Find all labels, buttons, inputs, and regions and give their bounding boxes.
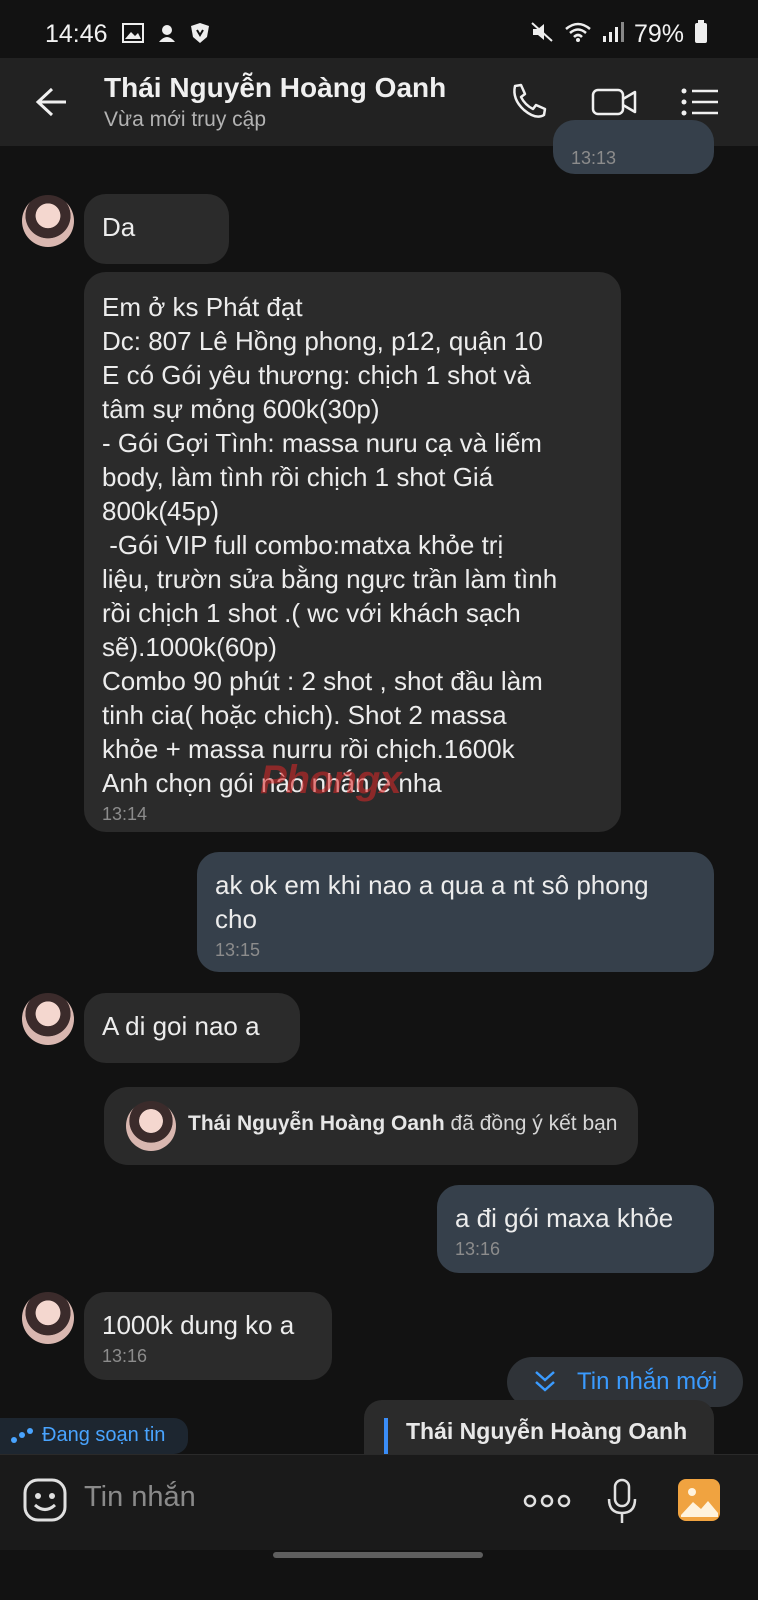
system-notice: Thái Nguyễn Hoàng Oanh đã đồng ý kết bạn bbox=[104, 1087, 638, 1165]
microphone-icon bbox=[607, 1478, 637, 1523]
message-line: body, làm tình rồi chịch 1 shot Giá bbox=[102, 462, 494, 492]
reply-accent-bar bbox=[384, 1418, 388, 1454]
message-line: tâm sự mỏng 600k(30p) bbox=[102, 394, 380, 424]
typing-indicator: Đang soạn tin bbox=[0, 1418, 188, 1454]
battery-level: 79% bbox=[633, 20, 684, 48]
notice-text: đã đồng ý kết bạn bbox=[444, 1112, 618, 1135]
new-messages-label: Tin nhắn mới bbox=[577, 1368, 718, 1395]
message-outgoing[interactable]: ak ok em khi nao a qua a nt sô phong cho… bbox=[197, 852, 714, 972]
emoji-icon bbox=[23, 1478, 67, 1522]
message-time: 13:15 bbox=[215, 940, 261, 960]
home-indicator[interactable] bbox=[273, 1552, 483, 1558]
message-text: A di goi nao a bbox=[102, 1011, 260, 1041]
message-outgoing[interactable]: a đi gói maxa khỏe 13:16 bbox=[437, 1185, 714, 1273]
more-button[interactable] bbox=[522, 1491, 572, 1516]
typing-label: Đang soạn tin bbox=[42, 1424, 166, 1446]
contact-name[interactable]: Thái Nguyễn Hoàng Oanh bbox=[104, 72, 446, 104]
gallery-icon bbox=[122, 23, 144, 48]
chevron-double-down-icon bbox=[535, 1371, 555, 1392]
message-time: 13:13 bbox=[571, 148, 617, 168]
message-line: Em ở ks Phát đạt bbox=[102, 292, 303, 322]
message-text: 1000k dung ko a bbox=[102, 1310, 295, 1340]
composer-bar: Tin nhắn bbox=[0, 1454, 758, 1551]
message-line: khỏe + massa nurru rồi chịch.1600k bbox=[102, 734, 515, 764]
message-incoming[interactable]: A di goi nao a bbox=[84, 993, 300, 1063]
reply-preview[interactable]: Thái Nguyễn Hoàng Oanh bbox=[364, 1400, 714, 1456]
back-button[interactable] bbox=[30, 82, 70, 122]
message-time: 13:16 bbox=[102, 1346, 148, 1366]
video-camera-icon bbox=[591, 88, 637, 116]
voice-button[interactable] bbox=[604, 1477, 640, 1532]
message-line: E có Gói yêu thương: chịch 1 shot và bbox=[102, 360, 532, 390]
message-time: 13:16 bbox=[455, 1239, 501, 1259]
message-line: - Gói Gợi Tình: massa nuru cạ và liếm bbox=[102, 428, 542, 458]
message-line: rồi chịch 1 shot .( wc với khách sạch bbox=[102, 598, 521, 628]
contact-avatar[interactable] bbox=[22, 1292, 74, 1344]
wifi-icon bbox=[564, 21, 592, 48]
notice-avatar bbox=[126, 1101, 176, 1151]
contact-status: Vừa mới truy cập bbox=[104, 108, 267, 131]
app-notification-icon bbox=[156, 22, 178, 49]
message-line: Combo 90 phút : 2 shot , shot đầu làm bbox=[102, 666, 543, 696]
message-line: tinh cia( hoặc chich). Shot 2 massa bbox=[102, 700, 507, 730]
message-input[interactable]: Tin nhắn bbox=[84, 1481, 196, 1514]
reply-preview-name: Thái Nguyễn Hoàng Oanh bbox=[406, 1418, 688, 1444]
more-dots-icon bbox=[523, 1494, 571, 1508]
message-line: sẽ).1000k(60p) bbox=[102, 632, 277, 662]
image-icon bbox=[678, 1479, 720, 1521]
message-line: 800k(45p) bbox=[102, 496, 220, 526]
mute-icon bbox=[530, 21, 554, 48]
photo-button[interactable] bbox=[676, 1477, 722, 1528]
phone-icon bbox=[513, 83, 547, 118]
call-button[interactable] bbox=[506, 80, 550, 124]
arrow-left-icon bbox=[35, 87, 66, 117]
contact-avatar[interactable] bbox=[22, 195, 74, 247]
contact-avatar[interactable] bbox=[22, 993, 74, 1045]
message-text: Da bbox=[102, 212, 136, 242]
system-notice-text: Thái Nguyễn Hoàng Oanh đã đồng ý kết bạn bbox=[188, 1112, 618, 1136]
menu-button[interactable] bbox=[680, 80, 724, 124]
notice-name: Thái Nguyễn Hoàng Oanh bbox=[188, 1112, 445, 1135]
message-line: ak ok em khi nao a qua a nt sô phong bbox=[215, 870, 649, 900]
message-outgoing[interactable]: 13:13 bbox=[553, 120, 714, 174]
signal-icon bbox=[602, 21, 624, 48]
video-call-button[interactable] bbox=[590, 80, 637, 124]
message-line: -Gói VIP full combo:matxa khỏe trị bbox=[102, 530, 504, 560]
message-line: cho bbox=[215, 904, 257, 934]
message-incoming[interactable]: Da bbox=[84, 194, 229, 264]
shield-icon bbox=[190, 22, 210, 49]
typing-dots-icon bbox=[11, 1428, 33, 1443]
message-text: a đi gói maxa khỏe bbox=[455, 1203, 674, 1233]
message-line: Dc: 807 Lê Hồng phong, p12, quận 10 bbox=[102, 326, 543, 356]
status-time: 14:46 bbox=[45, 20, 108, 48]
message-line: Anh chọn gói nào nhắn e nha bbox=[102, 768, 442, 798]
message-incoming-long[interactable]: Em ở ks Phát đạt Dc: 807 Lê Hồng phong, … bbox=[84, 272, 621, 832]
message-incoming[interactable]: 1000k dung ko a 13:16 bbox=[84, 1292, 332, 1380]
battery-icon bbox=[694, 20, 708, 49]
list-menu-icon bbox=[681, 88, 718, 116]
sticker-button[interactable] bbox=[22, 1477, 68, 1528]
message-line: liệu, trườn sửa bằng ngực trần làm tình bbox=[102, 564, 558, 594]
message-time: 13:14 bbox=[102, 804, 148, 824]
